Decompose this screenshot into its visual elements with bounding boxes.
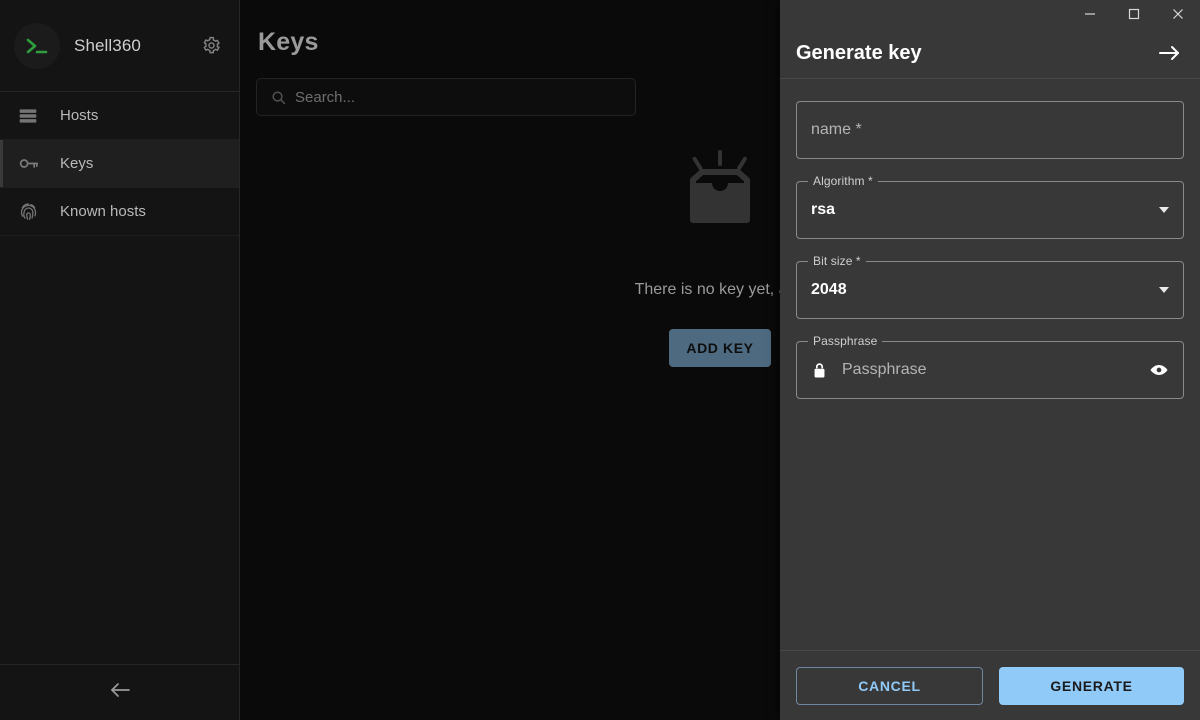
bit-size-select[interactable]: Bit size * 2048 xyxy=(796,254,1184,319)
minimize-icon[interactable] xyxy=(1068,0,1112,28)
passphrase-placeholder: Passphrase xyxy=(842,361,927,378)
add-key-button[interactable]: ADD KEY xyxy=(669,329,771,367)
sidebar-item-label: Hosts xyxy=(60,107,99,124)
sidebar-item-known-hosts[interactable]: Known hosts xyxy=(0,188,239,236)
chevron-down-icon xyxy=(1159,207,1169,213)
generate-key-panel: Generate key name * Algorithm * rsa Bit … xyxy=(780,0,1200,720)
server-rack-icon xyxy=(14,104,42,128)
empty-inbox-icon xyxy=(679,150,761,233)
fingerprint-icon xyxy=(14,200,42,224)
page-title: Keys xyxy=(258,28,319,56)
generate-button[interactable]: GENERATE xyxy=(999,666,1184,705)
search-placeholder: Search... xyxy=(295,88,356,106)
terminal-prompt-icon xyxy=(14,22,60,69)
lock-icon xyxy=(811,361,828,380)
sidebar-collapse-button[interactable] xyxy=(0,664,239,720)
search-input[interactable]: Search... xyxy=(256,78,636,116)
key-name-field[interactable]: name * xyxy=(796,101,1184,159)
algorithm-select[interactable]: Algorithm * rsa xyxy=(796,174,1184,239)
window-titlebar xyxy=(780,0,1200,28)
passphrase-field[interactable]: Passphrase Passphrase xyxy=(796,334,1184,399)
close-icon[interactable] xyxy=(1156,0,1200,28)
sidebar-item-label: Known hosts xyxy=(60,203,146,220)
sidebar-item-label: Keys xyxy=(60,155,94,172)
brand-name: Shell360 xyxy=(74,35,141,55)
algorithm-value: rsa xyxy=(811,201,836,218)
app-window: Shell360 Hosts Keys Known hosts Keys Sea… xyxy=(0,0,1200,720)
sidebar-nav: Hosts Keys Known hosts xyxy=(0,92,239,236)
arrow-left-icon xyxy=(108,680,132,705)
cancel-button[interactable]: CANCEL xyxy=(796,666,983,705)
passphrase-label: Passphrase xyxy=(808,334,883,348)
eye-icon[interactable] xyxy=(1149,362,1169,378)
panel-footer: CANCEL GENERATE xyxy=(780,650,1200,720)
key-icon xyxy=(14,152,42,176)
key-name-placeholder: name * xyxy=(811,121,862,138)
maximize-icon[interactable] xyxy=(1112,0,1156,28)
panel-header: Generate key xyxy=(780,28,1200,78)
arrow-right-icon[interactable] xyxy=(1156,39,1184,67)
bit-size-label: Bit size * xyxy=(808,254,866,268)
chevron-down-icon xyxy=(1159,287,1169,293)
gear-icon[interactable] xyxy=(199,34,223,58)
sidebar-item-hosts[interactable]: Hosts xyxy=(0,92,239,140)
brand-header: Shell360 xyxy=(0,0,239,92)
sidebar-item-keys[interactable]: Keys xyxy=(0,140,239,188)
panel-form: name * Algorithm * rsa Bit size * 2048 P… xyxy=(780,79,1200,650)
search-icon xyxy=(271,90,286,105)
sidebar: Shell360 Hosts Keys Known hosts xyxy=(0,0,240,720)
algorithm-label: Algorithm * xyxy=(808,174,878,188)
bit-size-value: 2048 xyxy=(811,281,847,298)
panel-title: Generate key xyxy=(796,41,922,64)
